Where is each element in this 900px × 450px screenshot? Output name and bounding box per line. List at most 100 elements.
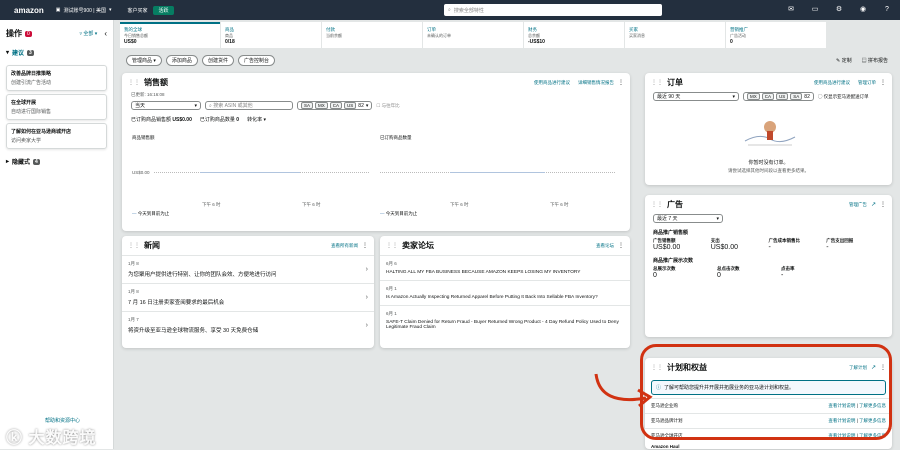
marketplace-more: 82 xyxy=(358,102,364,109)
marketplace-select[interactable]: SA MX CA US 82 ▾ xyxy=(297,101,373,110)
account-switcher[interactable]: ▣ 测试账号900 | 美国 ▾ xyxy=(56,7,112,14)
more-options-icon[interactable]: ⋮ xyxy=(880,201,886,208)
gear-icon[interactable]: ⚙ xyxy=(834,4,844,14)
ads-metric-value: 0 xyxy=(653,272,657,279)
x-axis-label: 下午 6 时 xyxy=(302,202,321,207)
customer-link[interactable]: 客户买家 xyxy=(127,7,147,14)
manage-orders-link[interactable]: 管理订单 xyxy=(858,80,876,86)
drag-handle-icon[interactable]: ⋮⋮ xyxy=(128,79,140,86)
report-icon: ▤ xyxy=(861,58,867,64)
ads-metric-value: US$0.00 xyxy=(653,244,681,251)
news-item[interactable]: 1月 7 将资升级至亚马逊全球物流服务、享受 30 天免费仓储 › xyxy=(122,311,374,339)
mail-icon[interactable]: ▭ xyxy=(810,4,820,14)
customize-label: 定制 xyxy=(841,58,852,64)
view-forum-link[interactable]: 查看论坛 xyxy=(596,243,614,249)
metric-tile[interactable]: 订单 未确认的订单 xyxy=(423,22,523,48)
sales-chart: 商品销售额 US$0.00 下午 6 时 下午 6 时 — 今天到目前为止 xyxy=(132,135,372,216)
drag-handle-icon[interactable]: ⋮⋮ xyxy=(128,242,140,249)
message-icon[interactable]: ✉ xyxy=(786,4,796,14)
stat-label: 已订购商品数量 xyxy=(199,117,235,123)
legend-label: 今天到目前为止 xyxy=(385,211,418,216)
fba-toggle-label: 仅显示亚马逊配送订单 xyxy=(823,93,869,99)
sidebar-title: 操作 xyxy=(6,29,22,38)
sales-report-link[interactable]: 详细销售情况报告 xyxy=(578,80,614,86)
metric-value: 0 xyxy=(730,39,733,45)
manage-ads-link[interactable]: 管理广告 xyxy=(849,202,867,208)
forum-date: 6月 1 xyxy=(386,286,397,291)
empty-orders-illustration xyxy=(740,113,800,153)
metric-tile[interactable]: 我的全球 今日销售总额 US$0 xyxy=(120,22,220,48)
ads-metric-value: - xyxy=(768,244,771,251)
sales-search-input[interactable]: ⌕ 搜索 ASIN 或其他 xyxy=(205,101,293,110)
sales-panel: ⋮⋮ 销售额 使用商品进行建议 详细销售情况报告 ⋮ 已更新: 16:16:08 当天 ▾… xyxy=(122,73,630,231)
more-options-icon[interactable]: ⋮ xyxy=(618,242,624,249)
forum-item[interactable]: 6月 1 SAFE-T Claim Denied for Return Fraud… xyxy=(380,305,630,335)
filter-label: 全部 xyxy=(83,31,94,37)
all-news-link[interactable]: 查看所有新闻 xyxy=(331,243,358,249)
collapse-sidebar-icon[interactable]: ‹ xyxy=(104,29,107,38)
external-link-icon: ↗ xyxy=(870,202,876,208)
create-shipment-button[interactable]: 创建货件 xyxy=(201,55,234,66)
forum-date: 6月 1 xyxy=(386,311,397,316)
chart-series-line xyxy=(200,172,300,173)
sales-suggest-link[interactable]: 使用商品进行建议 xyxy=(534,80,570,86)
help-icon[interactable]: ? xyxy=(882,4,892,14)
suggestion-title: 在全球开展 xyxy=(11,100,37,106)
ads-metric: 总点击次数 0 xyxy=(717,266,781,279)
global-search-input[interactable]: ⌕ 搜索全部特性 xyxy=(444,4,662,16)
suggestions-section-toggle[interactable]: ▾ 建议 3 xyxy=(0,43,113,62)
news-item[interactable]: 1月 8 7 月 16 日注册卖家查阅要求的最后机会 › xyxy=(122,283,374,311)
more-options-icon[interactable]: ⋮ xyxy=(880,79,886,86)
metric-tile[interactable]: 商品 商品 0/18 xyxy=(221,22,321,48)
marketplace-chip: SA xyxy=(790,93,803,100)
ad-console-button[interactable]: 广告控制台 xyxy=(237,55,275,66)
y-axis-label: US$0.00 xyxy=(132,170,150,175)
empty-orders-text: 你暂时没有订单。 xyxy=(748,160,789,166)
ads-period-select[interactable]: 最近 7 天 ▾ xyxy=(653,214,723,223)
ads-metric: 点击率 - xyxy=(781,266,845,279)
customize-button[interactable]: ✎ 定制 xyxy=(836,57,852,64)
suggestion-card[interactable]: 改善品牌日推策略 创建引流广告活动 xyxy=(6,65,107,91)
report-label: 拼布报告 xyxy=(867,58,888,64)
report-button[interactable]: ▤ 拼布报告 xyxy=(862,57,888,64)
marketplace-chip: CA xyxy=(761,93,775,100)
orders-suggest-link[interactable]: 使用商品进行建议 xyxy=(814,80,850,86)
stat-sales: 已订购商品销售额 US$0.00 xyxy=(131,116,192,123)
forum-item[interactable]: 6月 1 Is Amazon Actually Inspecting Return… xyxy=(380,280,630,305)
manage-products-button[interactable]: 管理商品 ▾ xyxy=(126,55,162,66)
help-resources-link[interactable]: 帮助和资源中心 xyxy=(45,417,80,424)
news-panel: ⋮⋮ 新闻 查看所有新闻 ⋮ 1月 8 为您聚用户提供进行特别、让你的团队会效、方便地进… xyxy=(122,236,374,348)
chevron-down-icon: ▾ xyxy=(732,93,735,100)
amazon-logo[interactable]: amazon xyxy=(14,6,44,15)
filter-dropdown[interactable]: ▿ 全部 ▾ xyxy=(80,30,98,37)
metric-tile[interactable]: 买家 买家消息 xyxy=(625,22,725,48)
suggestion-card[interactable]: 在全球开展 自动进行国际销售 xyxy=(6,94,107,120)
chevron-down-icon: ▾ xyxy=(108,7,112,13)
suggestion-card[interactable]: 了解如何在亚马逊商城开店 访问卖家大学 xyxy=(6,123,107,149)
add-products-button[interactable]: 添加商品 xyxy=(165,55,198,66)
more-options-icon[interactable]: ⋮ xyxy=(618,79,624,86)
news-text: 将资升级至亚马逊全球物流服务、享受 30 天免费仓储 xyxy=(128,328,259,334)
hidden-section-toggle[interactable]: ▸ 隐藏式 4 xyxy=(0,152,113,171)
fba-toggle[interactable]: ◯ 仅显示亚马逊配送订单 xyxy=(818,94,869,100)
forum-item[interactable]: 6月 6 HALTING ALL MY FBA BUSINESS BECAUSE … xyxy=(380,255,630,280)
language-icon[interactable]: ◉ xyxy=(858,4,868,14)
news-text: 为您聚用户提供进行特别、让你的团队会效、方便地进行访问 xyxy=(128,272,277,278)
metric-tile[interactable]: 财务 总余额 -US$10 xyxy=(524,22,624,48)
news-item[interactable]: 1月 8 为您聚用户提供进行特别、让你的团队会效、方便地进行访问 › xyxy=(122,255,374,283)
compare-checkbox[interactable]: ☐ 与往年比 xyxy=(376,103,399,109)
drag-handle-icon[interactable]: ⋮⋮ xyxy=(651,201,663,208)
search-icon: ⌕ xyxy=(448,7,451,13)
suggestion-title: 改善品牌日推策略 xyxy=(11,71,52,77)
orders-marketplace-select[interactable]: MX CA US SA 82 xyxy=(743,92,814,101)
more-options-icon[interactable]: ⋮ xyxy=(362,242,368,249)
metric-tile[interactable]: 营销推广 广告活动 0 xyxy=(726,22,826,48)
orders-period-select[interactable]: 最近 90 天 ▾ xyxy=(653,92,739,101)
forum-title: 卖家论坛 xyxy=(402,241,434,250)
drag-handle-icon[interactable]: ⋮⋮ xyxy=(651,79,663,86)
drag-handle-icon[interactable]: ⋮⋮ xyxy=(386,242,398,249)
metric-tile[interactable]: 付款 当前余额 xyxy=(322,22,422,48)
chevron-right-icon: › xyxy=(365,322,368,329)
stat-label: 转化率 xyxy=(247,117,263,123)
sales-period-select[interactable]: 当天 ▾ xyxy=(131,101,201,110)
